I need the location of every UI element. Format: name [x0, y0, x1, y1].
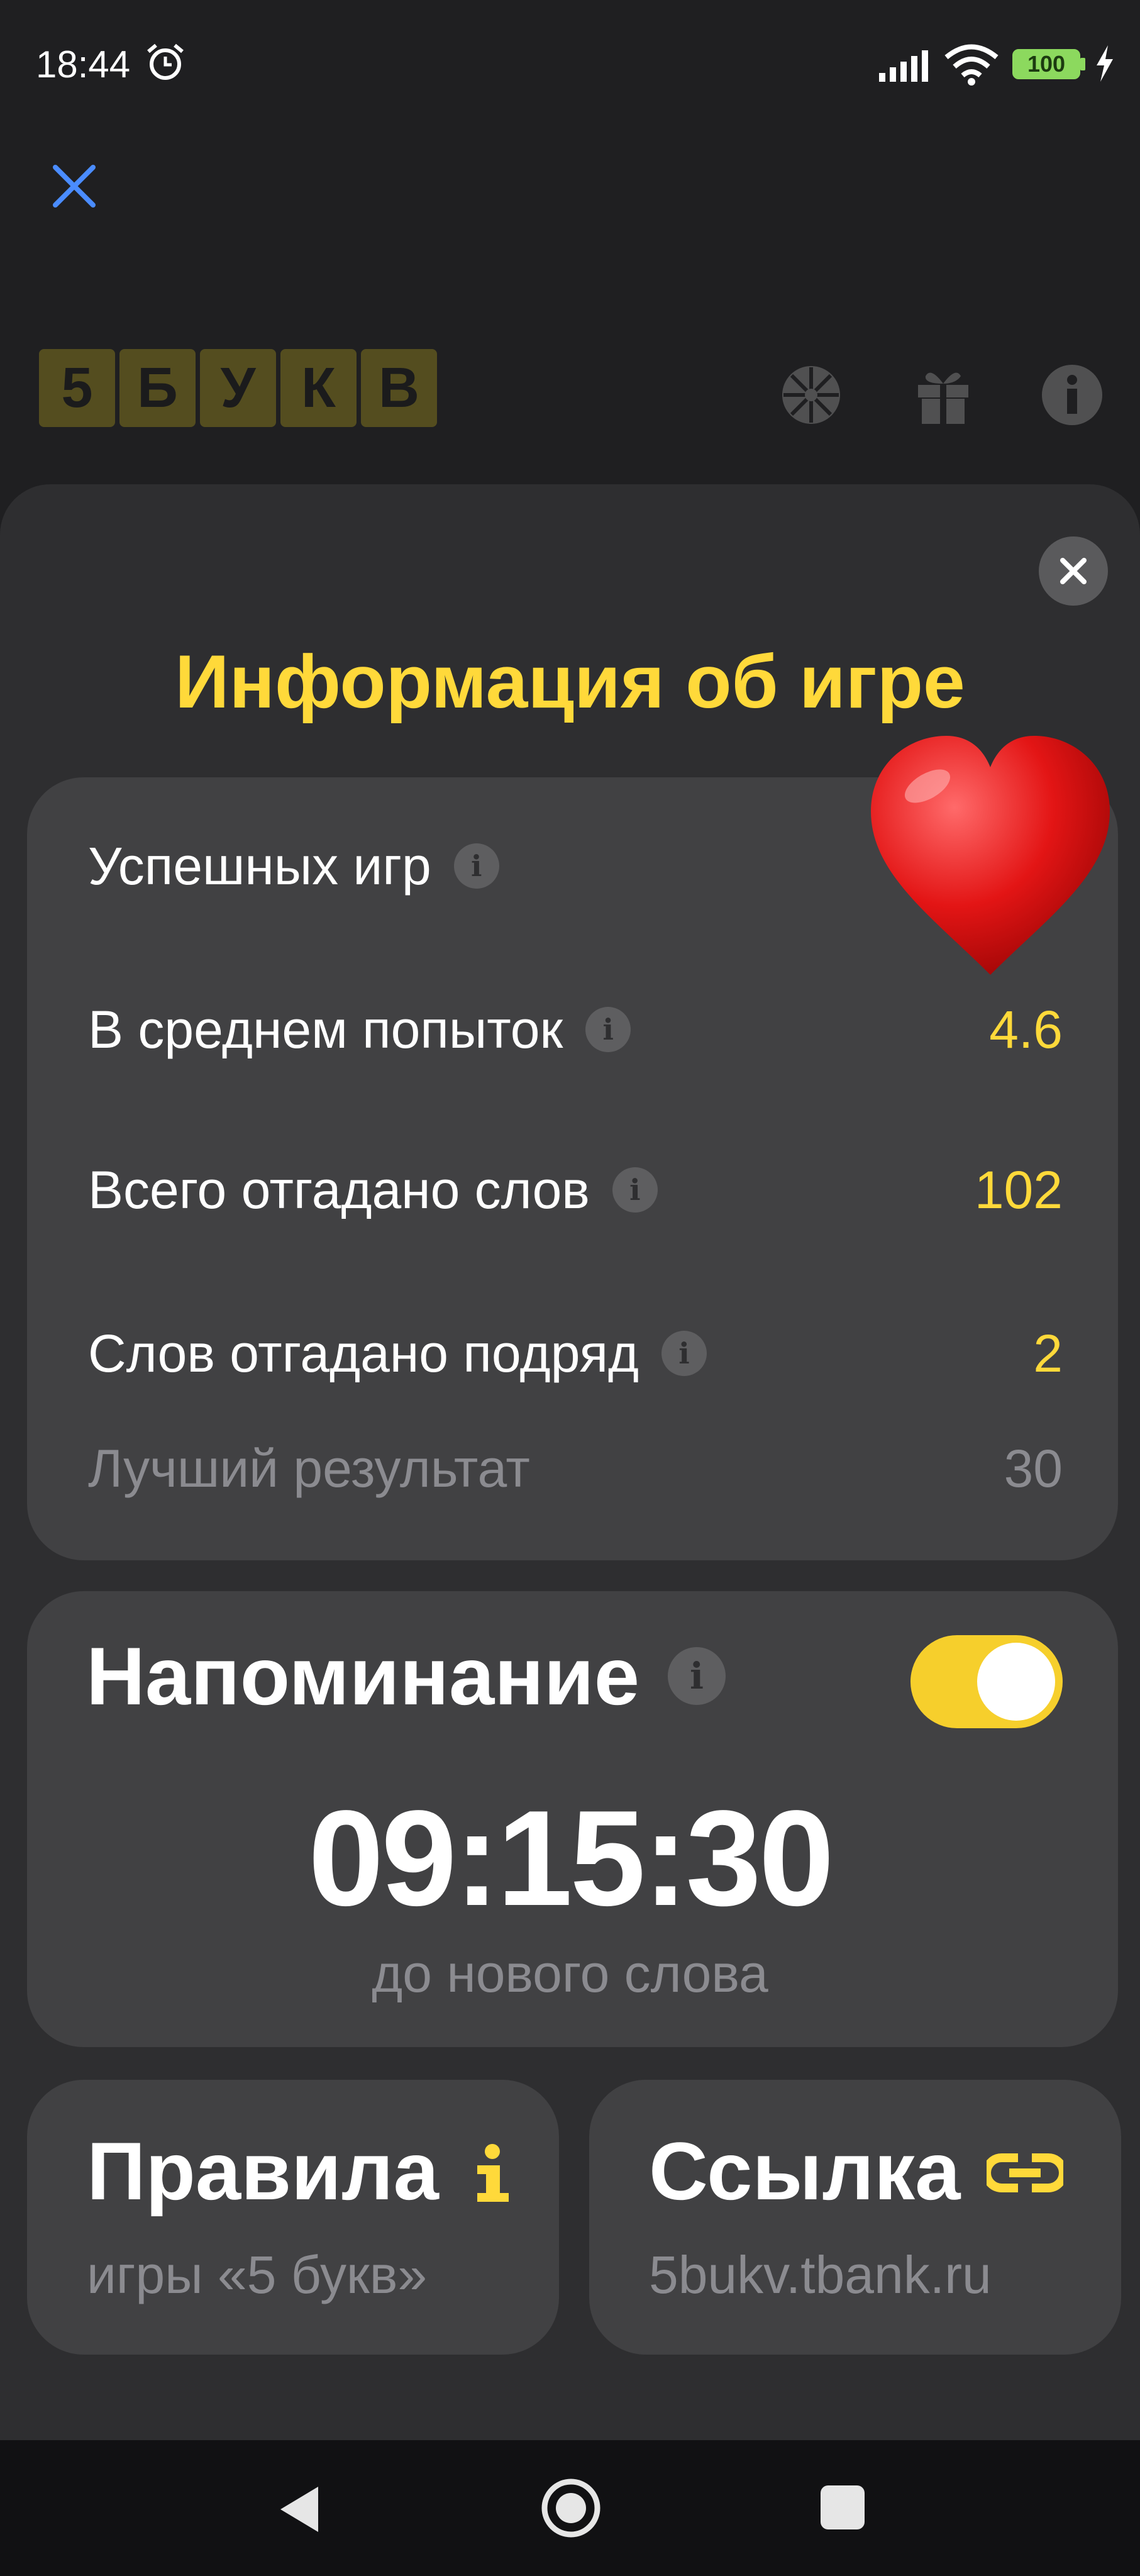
modal-close-button[interactable]	[1039, 536, 1108, 606]
link-icon	[987, 2153, 1063, 2192]
stat-row-best-result: Лучший результат 30	[88, 1437, 1063, 1500]
status-time: 18:44	[36, 43, 131, 86]
stat-label: Лучший результат	[88, 1438, 530, 1498]
countdown-caption: до нового слова	[372, 1944, 768, 2003]
logo-tile: В	[361, 349, 437, 427]
alarm-icon	[147, 43, 184, 80]
stat-label: В среднем попыток	[88, 999, 563, 1059]
reminder-toggle[interactable]	[910, 1635, 1063, 1728]
info-icon[interactable]: i	[668, 1647, 726, 1705]
logo-tile: К	[280, 349, 357, 427]
close-icon	[1060, 558, 1087, 584]
signal-icon	[879, 50, 928, 82]
wifi-icon	[944, 44, 999, 86]
info-icon[interactable]: i	[585, 1007, 631, 1052]
stat-value: 30	[1004, 1438, 1063, 1498]
stat-label: Всего отгадано слов	[88, 1160, 590, 1219]
gift-icon[interactable]	[912, 364, 975, 426]
info-icon[interactable]: i	[661, 1331, 707, 1376]
game-logo: 5 Б У К В	[39, 349, 437, 427]
countdown-timer: 09:15:30	[308, 1782, 834, 1934]
stat-label: Успешных игр	[88, 836, 431, 896]
heart-icon	[871, 736, 1110, 975]
logo-tile: У	[200, 349, 276, 427]
wheel-icon[interactable]	[780, 364, 843, 426]
battery-tip	[1080, 58, 1085, 70]
system-navigation-bar	[0, 2440, 1140, 2576]
close-webview-icon[interactable]	[50, 162, 98, 210]
rules-title: Правила	[87, 2125, 439, 2217]
stat-value: 4.6	[989, 999, 1063, 1059]
reminder-header: Напоминание i	[86, 1629, 726, 1723]
modal-title: Информация об игре	[175, 640, 965, 724]
link-card[interactable]: Ссылка 5bukv.tbank.ru	[589, 2080, 1121, 2355]
stat-value: 102	[974, 1160, 1063, 1219]
info-icon[interactable]: i	[612, 1167, 658, 1213]
charging-bolt-icon	[1097, 45, 1113, 82]
battery-indicator: 100	[1012, 49, 1080, 79]
home-icon[interactable]	[541, 2478, 601, 2538]
rules-card[interactable]: Правила игры «5 букв»	[27, 2080, 559, 2355]
info-icon[interactable]	[1041, 364, 1104, 426]
info-icon[interactable]: i	[453, 843, 499, 889]
stat-row-average-attempts: В среднем попыток i 4.6	[88, 998, 1063, 1061]
reminder-title: Напоминание	[86, 1630, 640, 1722]
logo-tile: Б	[119, 349, 196, 427]
link-subtitle: 5bukv.tbank.ru	[649, 2245, 992, 2304]
toggle-knob	[977, 1643, 1055, 1721]
stat-row-total-words: Всего отгадано слов i 102	[88, 1158, 1063, 1221]
info-letter-icon	[477, 2144, 509, 2202]
back-icon[interactable]	[277, 2484, 321, 2534]
stat-value: 2	[1033, 1323, 1063, 1383]
stat-row-streak: Слов отгадано подряд i 2	[88, 1322, 1063, 1385]
logo-tile: 5	[39, 349, 115, 427]
recents-icon[interactable]	[821, 2485, 865, 2529]
rules-subtitle: игры «5 букв»	[87, 2245, 428, 2304]
stat-label: Слов отгадано подряд	[88, 1323, 639, 1383]
link-title: Ссылка	[649, 2125, 961, 2217]
